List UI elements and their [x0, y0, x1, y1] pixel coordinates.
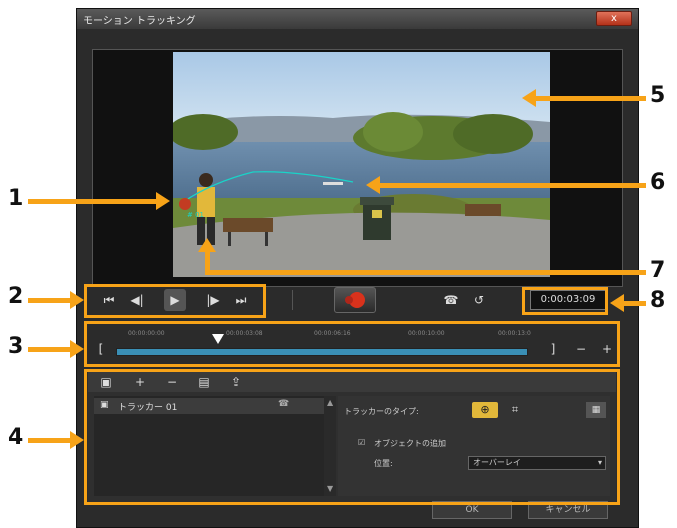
title-bar: モーション トラッキング x [77, 9, 638, 29]
callout-arrow-7 [210, 270, 646, 275]
callout-arrow-8 [622, 301, 646, 306]
motion-track-record-icon [345, 292, 365, 308]
callout-arrow-7-vertical [205, 250, 210, 275]
callout-box-4 [84, 369, 620, 505]
callout-arrowhead-3 [70, 340, 84, 358]
motion-track-record-button[interactable] [334, 287, 376, 313]
callout-number-4: 4 [8, 425, 24, 450]
close-button[interactable]: x [596, 11, 632, 26]
callout-arrow-2 [28, 298, 72, 303]
tracker-path-icon[interactable]: ☎ [440, 289, 462, 311]
window-title: モーション トラッキング [83, 16, 196, 27]
callout-arrow-1 [28, 199, 158, 204]
callout-arrowhead-1 [156, 192, 170, 210]
callout-arrowhead-8 [610, 294, 624, 312]
callout-arrow-3 [28, 347, 72, 352]
callout-box-8 [522, 287, 608, 315]
callout-arrowhead-7 [198, 238, 216, 252]
separator [292, 290, 293, 310]
callout-arrow-6 [380, 183, 646, 188]
callout-number-5: 5 [650, 83, 666, 108]
preview-video[interactable]: # 01 [173, 52, 550, 277]
callout-arrowhead-6 [366, 176, 380, 194]
callout-arrowhead-5 [522, 89, 536, 107]
tracker-tag: # 01 [187, 211, 204, 219]
callout-box-3 [84, 321, 620, 367]
callout-arrowhead-4 [70, 431, 84, 449]
callout-arrowhead-2 [70, 291, 84, 309]
callout-box-2 [84, 284, 266, 318]
callout-arrow-5 [536, 96, 646, 101]
preview-image: # 01 [173, 52, 550, 277]
tracker-point-icon[interactable] [179, 198, 191, 210]
callout-number-2: 2 [8, 284, 24, 309]
callout-arrow-4 [28, 438, 72, 443]
callout-number-7: 7 [650, 258, 666, 283]
callout-number-6: 6 [650, 170, 666, 195]
callout-number-1: 1 [8, 186, 24, 211]
reset-icon[interactable]: ↺ [468, 289, 490, 311]
callout-number-3: 3 [8, 334, 24, 359]
callout-number-8: 8 [650, 288, 666, 313]
